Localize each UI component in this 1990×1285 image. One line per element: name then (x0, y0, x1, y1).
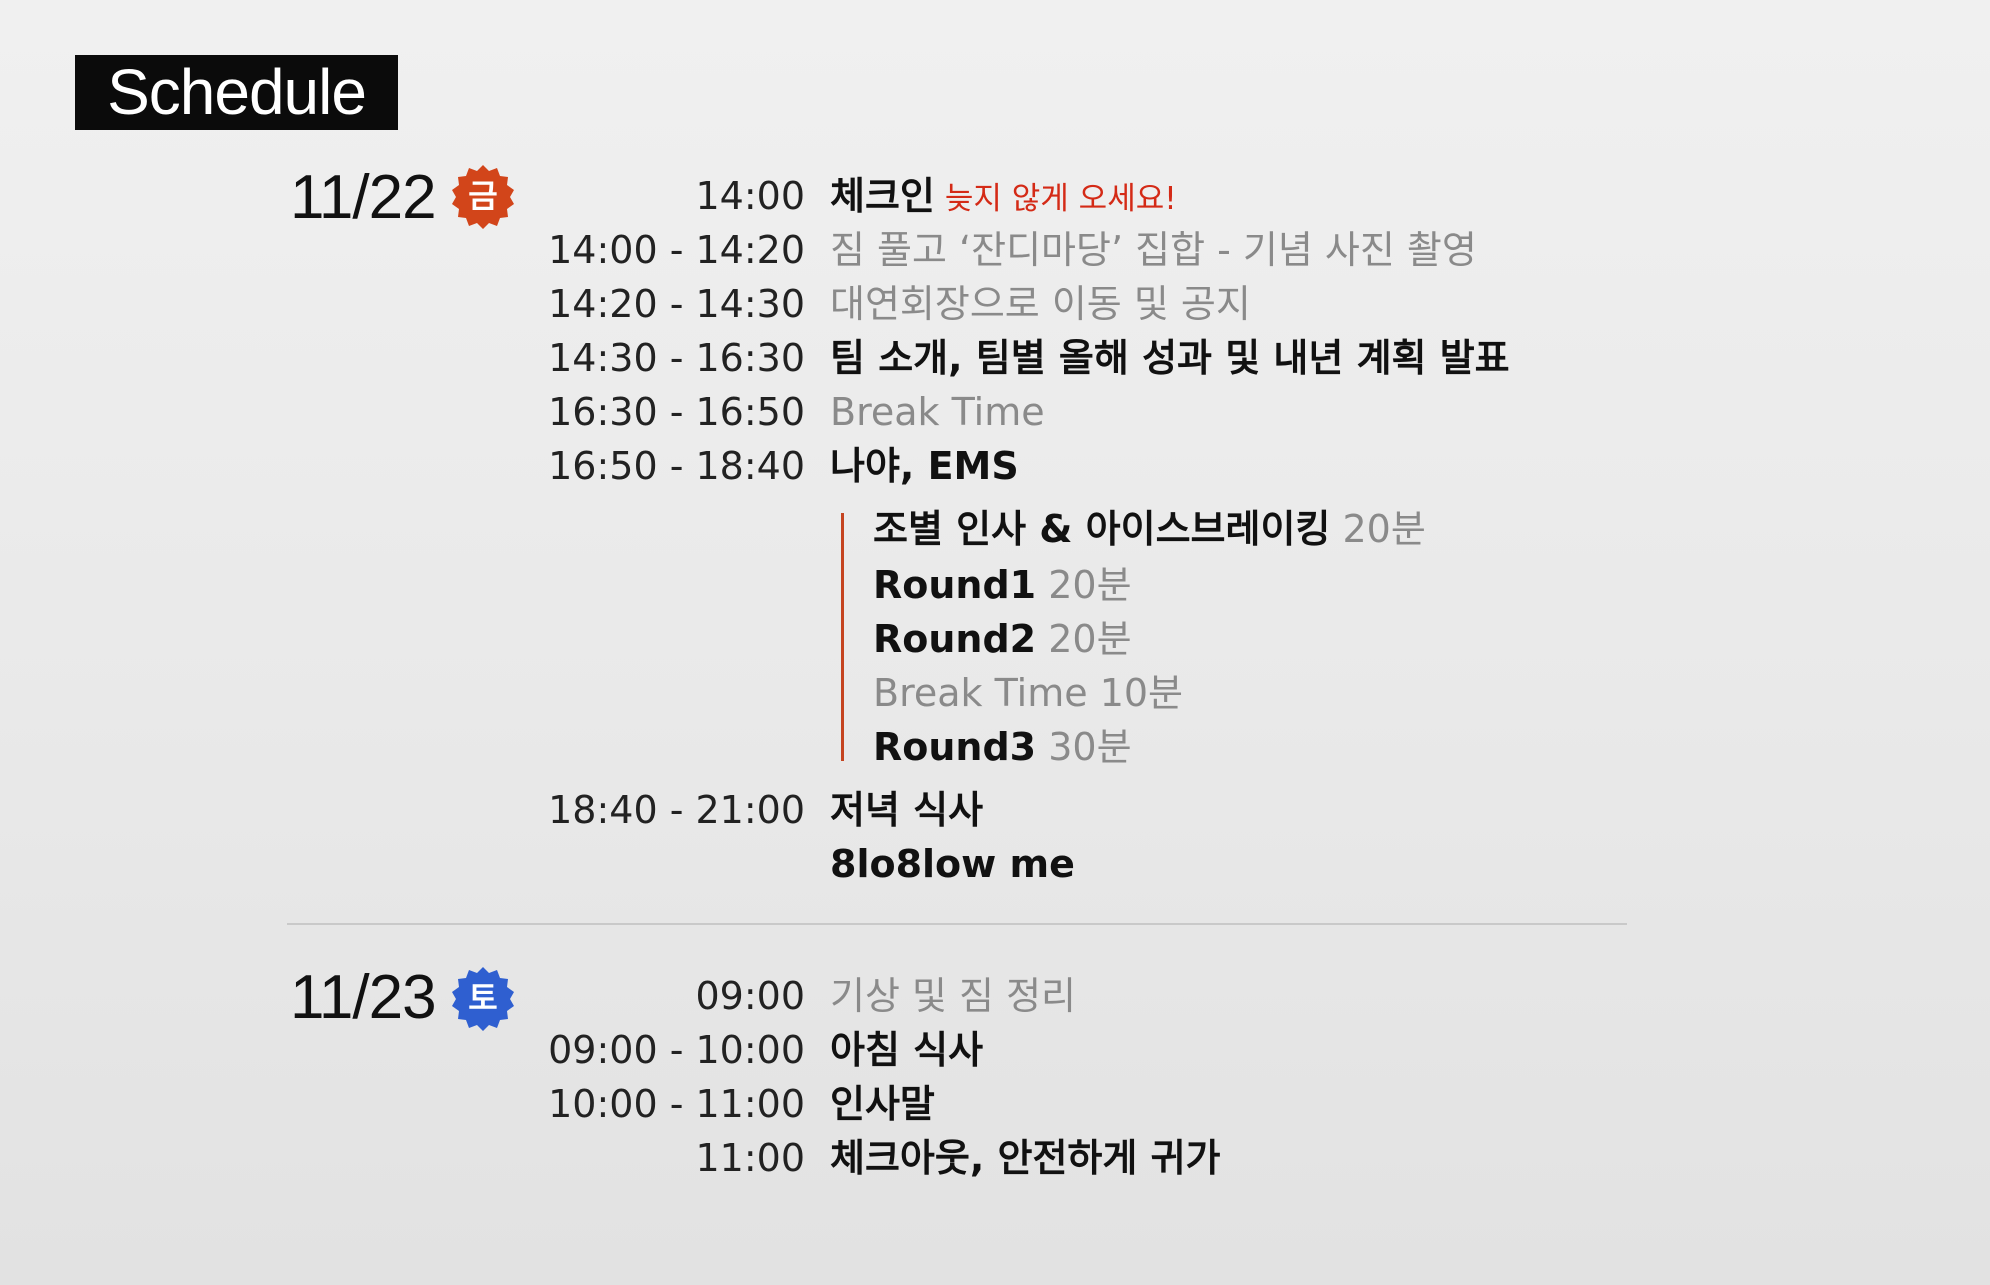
day1-item-3: 14:30 - 16:30 팀 소개, 팀별 올해 성과 및 내년 계획 발표 (0, 334, 1990, 382)
item-time: 18:40 - 21:00 (548, 788, 805, 832)
item-event: 체크인 늦지 않게 오세요! (830, 172, 1177, 223)
item-time: 14:30 - 16:30 (548, 336, 805, 380)
item-time: 16:30 - 16:50 (548, 390, 805, 434)
item-event: 저녁 식사 (830, 788, 984, 832)
sub-item-duration: 20분 (1342, 507, 1426, 551)
day1-dinner-place: 8lo8low me (0, 840, 1990, 888)
sub-item-2: Round2 20분 (873, 615, 1132, 663)
item-time: 10:00 - 11:00 (548, 1082, 805, 1126)
day1-item-1: 14:00 - 14:20 짐 풀고 ‘잔디마당’ 집합 - 기념 사진 촬영 (0, 226, 1990, 274)
item-time: 09:00 (695, 974, 805, 1018)
item-time: 09:00 - 10:00 (548, 1028, 805, 1072)
sub-item-0: 조별 인사 & 아이스브레이킹 20분 (873, 505, 1426, 553)
day1-item-5: 16:50 - 18:40 나야, EMS (0, 442, 1990, 490)
sub-item-4: Round3 30분 (873, 723, 1132, 771)
sub-item-label: 조별 인사 & 아이스브레이킹 (873, 507, 1331, 551)
item-event: 대연회장으로 이동 및 공지 (830, 282, 1251, 326)
sub-item-label: Round3 (873, 725, 1037, 769)
sub-item-label: Round1 (873, 563, 1037, 607)
sub-item-label: Break Time (873, 671, 1088, 715)
sub-items-divider (841, 513, 844, 761)
item-event-text: 체크인 (830, 174, 935, 218)
day1-dinner: 18:40 - 21:00 저녁 식사 (0, 786, 1990, 834)
sub-item-duration: 20분 (1048, 617, 1132, 661)
item-event: 나야, EMS (830, 444, 1019, 488)
day2-item-0: 09:00 기상 및 짐 정리 (0, 972, 1990, 1020)
sub-item-duration: 10분 (1099, 671, 1184, 715)
item-time: 16:50 - 18:40 (548, 444, 805, 488)
item-time: 14:20 - 14:30 (548, 282, 805, 326)
item-event: 기상 및 짐 정리 (830, 974, 1076, 1018)
sub-item-3: Break Time 10분 (873, 669, 1183, 717)
sub-item-duration: 20분 (1048, 563, 1132, 607)
sub-item-label: Round2 (873, 617, 1037, 661)
page-title: Schedule (75, 55, 398, 130)
sub-item-duration: 30분 (1048, 725, 1132, 769)
item-event: 아침 식사 (830, 1028, 984, 1072)
item-event: 팀 소개, 팀별 올해 성과 및 내년 계획 발표 (830, 336, 1510, 380)
item-event: 짐 풀고 ‘잔디마당’ 집합 - 기념 사진 촬영 (830, 228, 1477, 272)
item-event: Break Time (830, 390, 1045, 434)
item-time: 14:00 - 14:20 (548, 228, 805, 272)
item-time: 11:00 (695, 1136, 805, 1180)
day2-item-3: 11:00 체크아웃, 안전하게 귀가 (0, 1134, 1990, 1182)
dinner-place: 8lo8low me (830, 842, 1075, 886)
day1-item-2: 14:20 - 14:30 대연회장으로 이동 및 공지 (0, 280, 1990, 328)
item-event: 인사말 (830, 1082, 935, 1126)
item-time: 14:00 (695, 174, 805, 218)
item-event: 체크아웃, 안전하게 귀가 (830, 1136, 1221, 1180)
day2-item-2: 10:00 - 11:00 인사말 (0, 1080, 1990, 1128)
day2-item-1: 09:00 - 10:00 아침 식사 (0, 1026, 1990, 1074)
item-note: 늦지 않게 오세요! (944, 181, 1177, 217)
day1-item-0: 14:00 체크인 늦지 않게 오세요! (0, 172, 1990, 220)
day1-item-4: 16:30 - 16:50 Break Time (0, 388, 1990, 436)
sub-item-1: Round1 20분 (873, 561, 1132, 609)
day-divider (287, 923, 1627, 925)
